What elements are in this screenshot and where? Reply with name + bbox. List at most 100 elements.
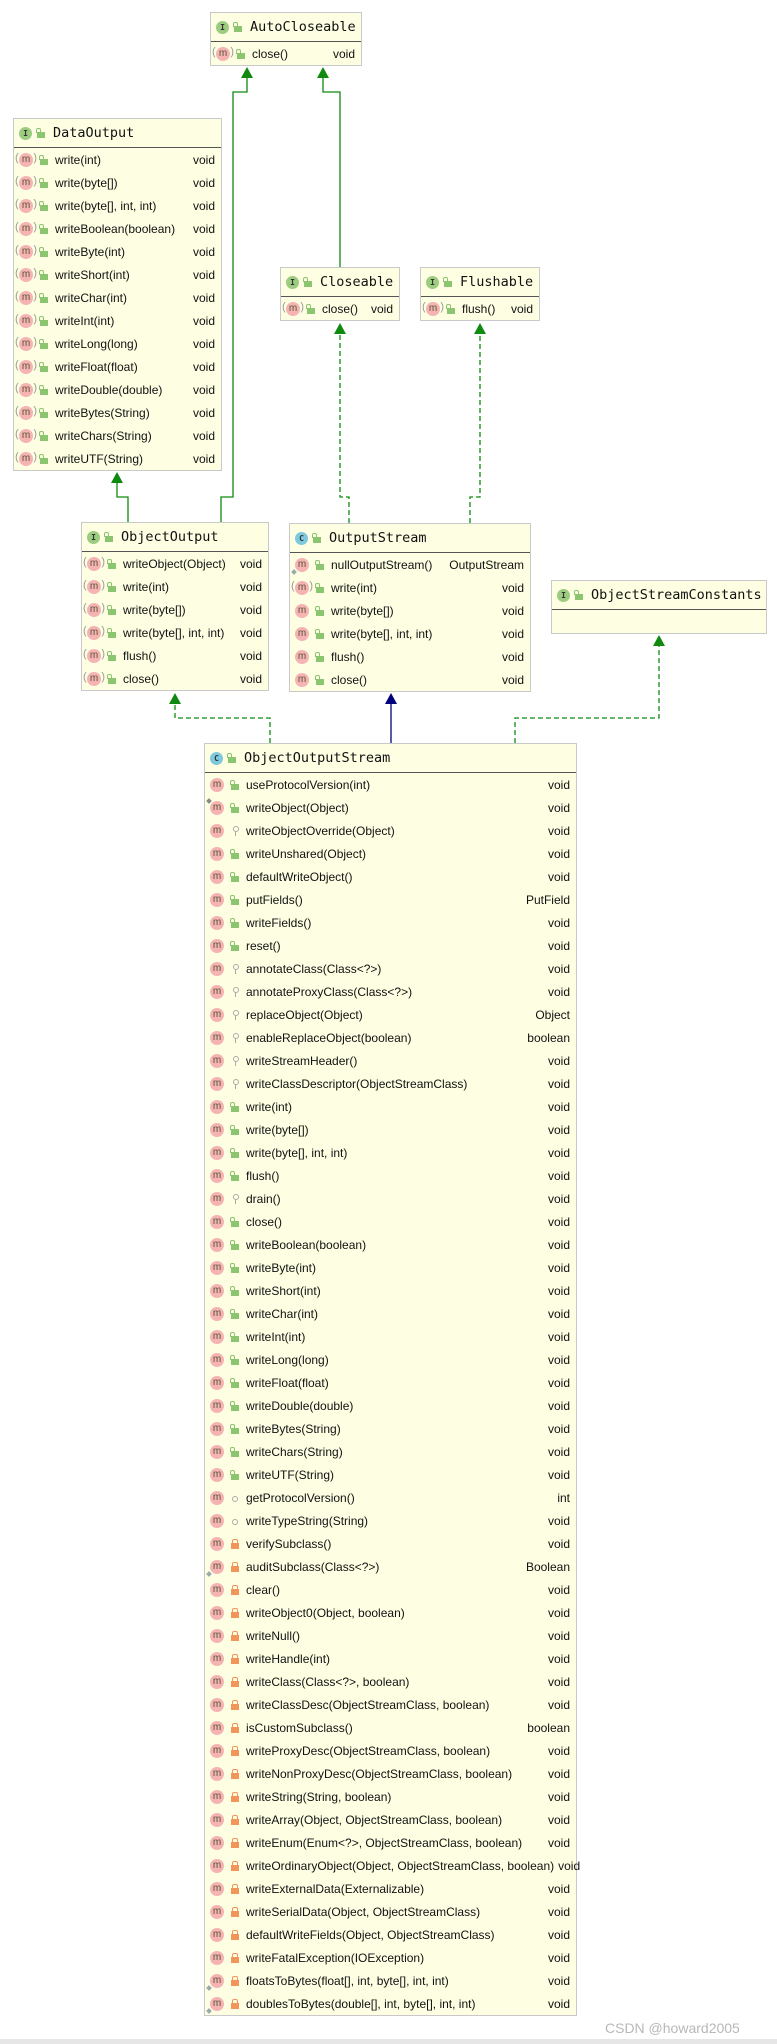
class-box-objectoutputstream[interactable]: C ObjectOutputStream m useProtocolVersio… [204, 743, 580, 2016]
method-row[interactable]: m writeUTF(String) void [210, 1463, 570, 1486]
method-row[interactable]: m reset() void [210, 934, 570, 957]
method-row[interactable]: m writeInt(int) void [15, 309, 215, 332]
method-row[interactable]: m replaceObject(Object) Object [210, 1003, 570, 1026]
method-row[interactable]: m writeShort(int) void [210, 1279, 570, 1302]
method-row[interactable]: m write(byte[]) void [83, 598, 262, 621]
method-row[interactable]: m writeDouble(double) void [210, 1394, 570, 1417]
method-row[interactable]: m putFields() PutField [210, 888, 570, 911]
method-row[interactable]: m write(byte[]) void [15, 171, 215, 194]
method-row[interactable]: m writeChars(String) void [210, 1440, 570, 1463]
method-row[interactable]: m writeHandle(int) void [210, 1647, 570, 1670]
method-row[interactable]: m writeString(String, boolean) void [210, 1785, 570, 1808]
method-row[interactable]: m writeFloat(float) void [210, 1371, 570, 1394]
method-row[interactable]: m writeChar(int) void [210, 1302, 570, 1325]
class-box-objectstreamconstants[interactable]: I ObjectStreamConstants [551, 580, 767, 634]
method-row[interactable]: m write(int) void [210, 1095, 570, 1118]
method-row[interactable]: m flush() void [83, 644, 262, 667]
method-row[interactable]: m write(int) void [291, 576, 524, 599]
method-row[interactable]: m clear() void [210, 1578, 570, 1601]
method-row[interactable]: m writeChars(String) void [15, 424, 215, 447]
method-row[interactable]: m getProtocolVersion() int [210, 1486, 570, 1509]
method-row[interactable]: m verifySubclass() void [210, 1532, 570, 1555]
method-row[interactable]: m write(int) void [83, 575, 262, 598]
method-row[interactable]: m writeClass(Class<?>, boolean) void [210, 1670, 570, 1693]
method-row[interactable]: m auditSubclass(Class<?>) Boolean [206, 1555, 570, 1578]
method-row[interactable]: m write(byte[], int, int) void [83, 621, 262, 644]
method-row[interactable]: m close() void [282, 297, 393, 320]
method-row[interactable]: m writeObject0(Object, boolean) void [210, 1601, 570, 1624]
method-row[interactable]: m close() void [295, 668, 524, 691]
method-row[interactable]: m flush() void [210, 1164, 570, 1187]
method-row[interactable]: m writeOrdinaryObject(Object, ObjectStre… [210, 1854, 580, 1877]
method-row[interactable]: m writeClassDesc(ObjectStreamClass, bool… [210, 1693, 570, 1716]
arrowhead [169, 693, 181, 704]
method-row[interactable]: m drain() void [210, 1187, 570, 1210]
method-row[interactable]: m writeFatalException(IOException) void [210, 1946, 570, 1969]
method-row[interactable]: m useProtocolVersion(int) void [210, 773, 570, 796]
method-row[interactable]: m writeObjectOverride(Object) void [210, 819, 570, 842]
method-row[interactable]: m writeBoolean(boolean) void [210, 1233, 570, 1256]
method-row[interactable]: m writeUnshared(Object) void [210, 842, 570, 865]
method-row[interactable]: m writeBoolean(boolean) void [15, 217, 215, 240]
method-row[interactable]: m floatsToBytes(float[], int, byte[], in… [206, 1969, 570, 1992]
method-row[interactable]: m enableReplaceObject(boolean) boolean [210, 1026, 570, 1049]
class-box-autocloseable[interactable]: I AutoCloseable m close() void [210, 12, 362, 66]
method-row[interactable]: m write(byte[]) void [210, 1118, 570, 1141]
class-box-flushable[interactable]: I Flushable m flush() void [420, 267, 540, 321]
method-row[interactable]: m write(byte[], int, int) void [295, 622, 524, 645]
method-row[interactable]: m writeLong(long) void [210, 1348, 570, 1371]
method-name: writeUTF(String) [55, 451, 144, 466]
method-row[interactable]: m writeSerialData(Object, ObjectStreamCl… [210, 1900, 570, 1923]
method-row[interactable]: m flush() void [295, 645, 524, 668]
method-row[interactable]: m writeBytes(String) void [15, 401, 215, 424]
method-row[interactable]: m writeDouble(double) void [15, 378, 215, 401]
method-icon: m [210, 1375, 224, 1390]
class-box-closeable[interactable]: I Closeable m close() void [280, 267, 400, 321]
method-row[interactable]: m defaultWriteObject() void [210, 865, 570, 888]
method-row[interactable]: m writeUTF(String) void [15, 447, 215, 470]
method-row[interactable]: m writeStreamHeader() void [210, 1049, 570, 1072]
method-row[interactable]: m writeFloat(float) void [15, 355, 215, 378]
method-row[interactable]: m writeLong(long) void [15, 332, 215, 355]
method-row[interactable]: m isCustomSubclass() boolean [210, 1716, 570, 1739]
method-row[interactable]: m writeArray(Object, ObjectStreamClass, … [210, 1808, 570, 1831]
static-icon [206, 1984, 212, 1991]
method-row[interactable]: m doublesToBytes(double[], int, byte[], … [206, 1992, 570, 2015]
method-row[interactable]: m annotateProxyClass(Class<?>) void [210, 980, 570, 1003]
method-row[interactable]: m write(byte[], int, int) void [15, 194, 215, 217]
method-row[interactable]: m annotateClass(Class<?>) void [210, 957, 570, 980]
method-row[interactable]: m writeObject(Object) void [206, 796, 570, 819]
method-row[interactable]: m writeByte(int) void [15, 240, 215, 263]
method-return-type: void [192, 198, 215, 213]
method-row[interactable]: m writeFields() void [210, 911, 570, 934]
method-row[interactable]: m close() void [212, 42, 355, 65]
class-box-objectoutput[interactable]: I ObjectOutput m writeObject(Object) voi… [81, 522, 269, 691]
public-icon [39, 200, 48, 211]
method-row[interactable]: m writeExternalData(Externalizable) void [210, 1877, 570, 1900]
method-row[interactable]: m writeEnum(Enum<?>, ObjectStreamClass, … [210, 1831, 570, 1854]
method-row[interactable]: m writeByte(int) void [210, 1256, 570, 1279]
method-row[interactable]: m nullOutputStream() OutputStream [291, 553, 524, 576]
method-row[interactable]: m writeInt(int) void [210, 1325, 570, 1348]
method-row[interactable]: m writeShort(int) void [15, 263, 215, 286]
method-row[interactable]: m writeClassDescriptor(ObjectStreamClass… [210, 1072, 570, 1095]
method-row[interactable]: m write(int) void [15, 148, 215, 171]
class-box-outputstream[interactable]: C OutputStream m nullOutputStream() Outp… [289, 523, 531, 692]
method-row[interactable]: m writeTypeString(String) void [210, 1509, 570, 1532]
class-box-dataoutput[interactable]: I DataOutput m write(int) void m write(b… [13, 118, 222, 471]
watermark: CSDN @howard2005 [605, 2020, 740, 2036]
method-row[interactable]: m writeBytes(String) void [210, 1417, 570, 1440]
method-row[interactable]: m writeChar(int) void [15, 286, 215, 309]
method-row[interactable]: m writeNonProxyDesc(ObjectStreamClass, b… [210, 1762, 570, 1785]
method-row[interactable]: m close() void [83, 667, 262, 690]
method-icon: m [210, 1697, 224, 1712]
method-row[interactable]: m writeProxyDesc(ObjectStreamClass, bool… [210, 1739, 570, 1762]
method-row[interactable]: m defaultWriteFields(Object, ObjectStrea… [210, 1923, 570, 1946]
class-name: ObjectStreamConstants [591, 587, 762, 603]
method-row[interactable]: m write(byte[], int, int) void [210, 1141, 570, 1164]
method-row[interactable]: m close() void [210, 1210, 570, 1233]
method-row[interactable]: m writeNull() void [210, 1624, 570, 1647]
method-row[interactable]: m flush() void [422, 297, 533, 320]
method-row[interactable]: m writeObject(Object) void [83, 552, 262, 575]
method-row[interactable]: m write(byte[]) void [295, 599, 524, 622]
